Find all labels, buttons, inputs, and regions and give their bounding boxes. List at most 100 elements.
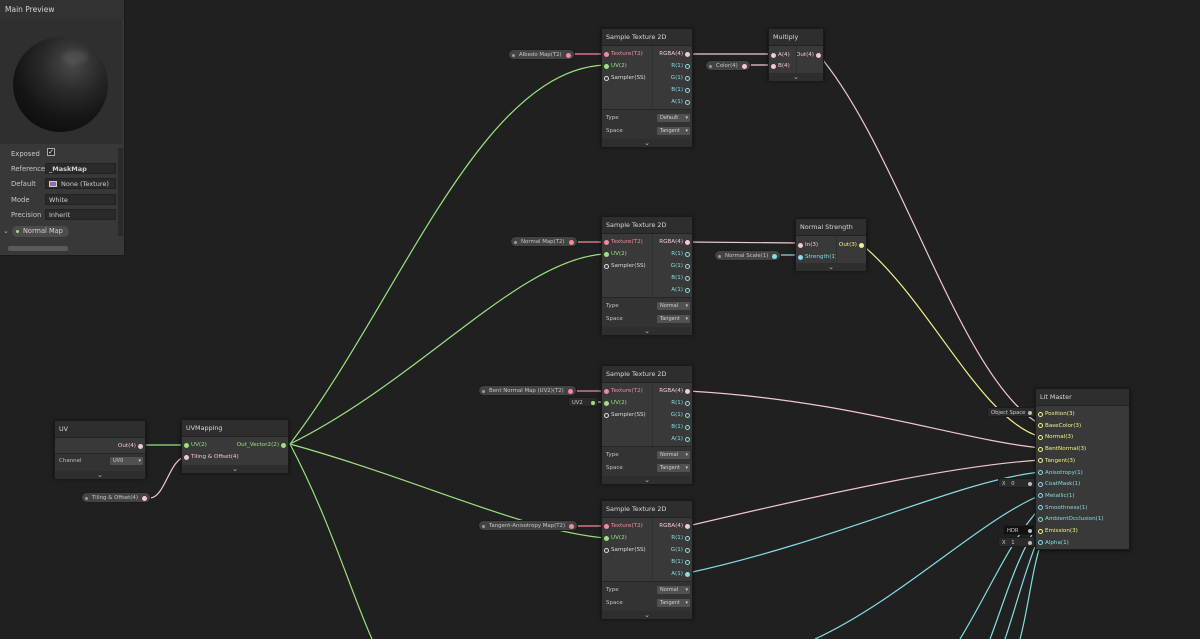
port-dot[interactable] <box>604 239 609 245</box>
port-master-input[interactable]: Normal(3) <box>1036 432 1073 442</box>
node-uvmapping[interactable]: UVMapping UV(2) Tiling & Offset(4) Out_V… <box>181 419 289 473</box>
port-master-input[interactable]: BentNormal(3) <box>1036 444 1086 454</box>
type-dropdown[interactable]: Default <box>657 114 690 122</box>
port-dot[interactable] <box>685 523 690 529</box>
port-dot[interactable] <box>568 239 574 245</box>
port-dot[interactable] <box>685 535 690 541</box>
port-uvmapping-uv[interactable]: UV(2) <box>182 440 207 450</box>
port-g-out[interactable]: G(1) <box>671 545 692 555</box>
port-dot[interactable] <box>685 63 690 69</box>
node-sample-texture-4[interactable]: Sample Texture 2D Texture(T2) UV(2) Samp… <box>601 500 693 619</box>
chevron-down-icon[interactable]: ⌄ <box>602 476 692 484</box>
port-ns-strength[interactable]: Strength(1) <box>796 252 837 262</box>
port-dot[interactable] <box>741 63 747 69</box>
port-master-input[interactable]: AmbientOcclusion(1) <box>1036 514 1104 524</box>
port-uvmapping-tiling[interactable]: Tiling & Offset(4) <box>182 452 239 462</box>
port-g-out[interactable]: G(1) <box>671 410 692 420</box>
port-dot[interactable] <box>1028 540 1032 545</box>
node-title[interactable]: Sample Texture 2D <box>602 501 692 518</box>
port-dot[interactable] <box>1038 470 1043 475</box>
port-dot[interactable] <box>141 495 147 501</box>
port-sampler-in[interactable]: Sampler(SS) <box>602 261 646 271</box>
port-r-out[interactable]: R(1) <box>671 533 692 543</box>
node-sample-texture-2[interactable]: Sample Texture 2D Texture(T2) UV(2) Samp… <box>601 216 693 335</box>
port-dot[interactable] <box>281 442 286 448</box>
alpha-inline-input[interactable]: X 1 <box>998 537 1035 547</box>
port-rgba-out[interactable]: RGBA(4) <box>659 386 692 396</box>
port-multiply-a[interactable]: A(4) <box>769 50 790 60</box>
inline-value[interactable]: 1 <box>1011 540 1014 546</box>
chevron-down-icon[interactable]: ⌄ <box>769 73 823 81</box>
port-texture-in[interactable]: Texture(T2) <box>602 49 643 59</box>
port-dot[interactable] <box>604 51 609 57</box>
port-dot[interactable] <box>1038 540 1043 546</box>
port-dot[interactable] <box>685 571 690 577</box>
port-master-input[interactable]: Position(3) <box>1036 409 1075 419</box>
node-sample-texture-1[interactable]: Sample Texture 2D Texture(T2) UV(2) Samp… <box>601 28 693 147</box>
position-space-dropdown[interactable]: Object Space <box>987 407 1035 417</box>
node-title[interactable]: Sample Texture 2D <box>602 366 692 383</box>
port-uv-in[interactable]: UV(2) <box>602 61 627 71</box>
port-dot[interactable] <box>604 523 609 529</box>
panel-title[interactable]: Main Preview <box>0 0 124 20</box>
chevron-down-icon[interactable]: ⌄ <box>3 227 9 235</box>
keyword-pill[interactable]: Normal Map <box>12 226 69 237</box>
inline-value[interactable]: 0 <box>1011 481 1014 487</box>
node-sample-texture-3[interactable]: Sample Texture 2D Texture(T2) UV(2) Samp… <box>601 365 693 484</box>
chevron-down-icon[interactable]: ⌄ <box>182 465 288 473</box>
coatmask-inline-input[interactable]: X 0 <box>998 478 1035 488</box>
port-dot[interactable] <box>685 287 690 293</box>
node-title[interactable]: Lit Master <box>1036 389 1129 406</box>
port-master-input[interactable]: BaseColor(3) <box>1036 421 1081 431</box>
port-dot[interactable] <box>685 251 690 257</box>
preview-viewport[interactable] <box>0 20 122 144</box>
port-uv-in[interactable]: UV(2) <box>602 398 627 408</box>
shader-graph-canvas[interactable]: Main Preview Exposed ✓ Reference _MaskMa… <box>0 0 1200 639</box>
property-tangent-anisotropy-map[interactable]: Tangent-Anisotropy Map(T2) <box>478 520 579 531</box>
port-dot[interactable] <box>1038 528 1043 534</box>
port-b-out[interactable]: B(1) <box>671 273 692 283</box>
port-texture-in[interactable]: Texture(T2) <box>602 521 643 531</box>
space-dropdown[interactable]: Tangent <box>657 599 690 607</box>
port-dot[interactable] <box>1038 446 1043 452</box>
port-dot[interactable] <box>1038 493 1043 499</box>
port-uv-out[interactable]: Out(4) <box>118 441 145 451</box>
type-dropdown[interactable]: Normal <box>657 451 690 459</box>
port-dot[interactable] <box>685 436 690 442</box>
port-a-out[interactable]: A(1) <box>671 97 692 107</box>
port-r-out[interactable]: R(1) <box>671 249 692 259</box>
port-dot[interactable] <box>685 99 690 105</box>
port-dot[interactable] <box>1038 423 1043 429</box>
type-dropdown[interactable]: Normal <box>657 586 690 594</box>
port-dot[interactable] <box>685 87 690 93</box>
port-a-out[interactable]: A(1) <box>671 434 692 444</box>
port-b-out[interactable]: B(1) <box>671 85 692 95</box>
port-master-input[interactable]: Tangent(3) <box>1036 456 1075 466</box>
port-dot[interactable] <box>685 275 690 281</box>
port-dot[interactable] <box>1028 410 1032 415</box>
port-dot[interactable] <box>685 388 690 394</box>
port-dot[interactable] <box>685 559 690 565</box>
port-b-out[interactable]: B(1) <box>671 557 692 567</box>
port-dot[interactable] <box>685 412 690 418</box>
horizontal-scrollbar[interactable] <box>8 246 68 251</box>
node-uv[interactable]: UV Out(4) Channel UV0 ⌄ <box>54 420 146 479</box>
uv2-inline-input[interactable]: UV2 <box>568 397 598 407</box>
node-title[interactable]: UVMapping <box>182 420 288 437</box>
port-dot[interactable] <box>1038 505 1043 511</box>
port-ns-in[interactable]: In(3) <box>796 240 818 250</box>
port-dot[interactable] <box>685 424 690 430</box>
port-multiply-out[interactable]: Out(4) <box>796 50 823 60</box>
port-uv-in[interactable]: UV(2) <box>602 249 627 259</box>
port-dot[interactable] <box>1038 516 1043 522</box>
emission-color-input[interactable]: HDR <box>1003 525 1035 535</box>
property-tiling-offset[interactable]: Tiling & Offset(4) <box>81 492 151 503</box>
port-dot[interactable] <box>798 254 803 260</box>
node-lit-master[interactable]: Lit Master Position(3) BaseColor(3) Normal… <box>1035 388 1130 550</box>
port-dot[interactable] <box>565 52 571 58</box>
port-master-input[interactable]: Anisotropy(1) <box>1036 468 1083 478</box>
port-master-input[interactable]: Emission(3) <box>1036 526 1078 536</box>
port-master-input[interactable]: Smoothness(1) <box>1036 503 1087 513</box>
port-r-out[interactable]: R(1) <box>671 61 692 71</box>
port-dot[interactable] <box>1028 481 1032 486</box>
